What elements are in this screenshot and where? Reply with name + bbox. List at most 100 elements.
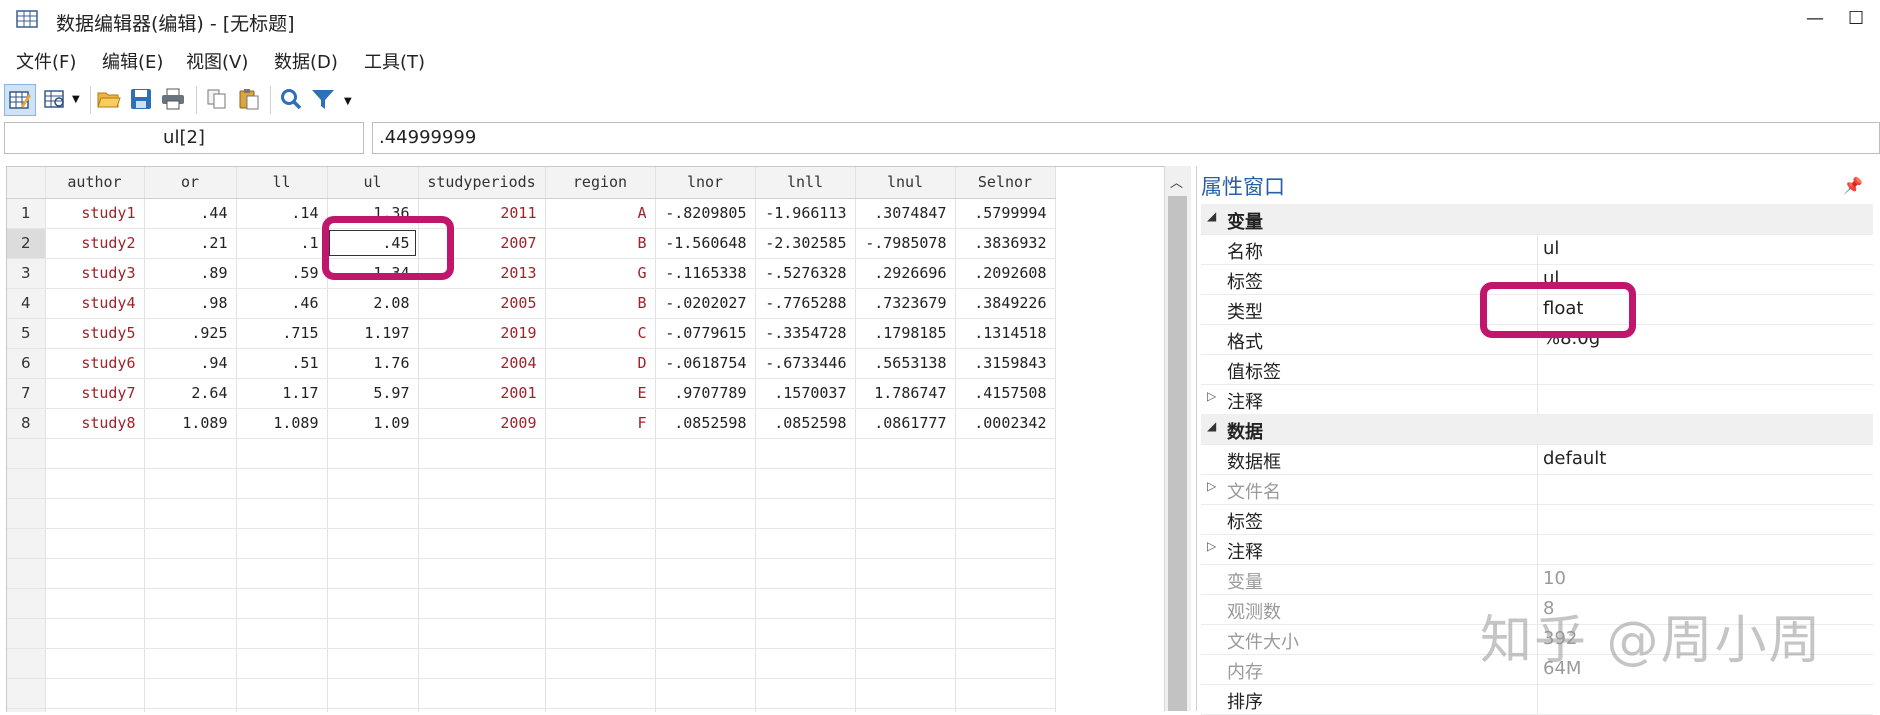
- table-cell[interactable]: .3074847: [855, 198, 956, 229]
- table-cell[interactable]: study6: [45, 348, 145, 379]
- table-cell[interactable]: [655, 468, 756, 499]
- table-cell[interactable]: [755, 558, 856, 589]
- table-cell[interactable]: 1.09: [327, 408, 419, 439]
- table-cell[interactable]: [327, 438, 419, 469]
- table-row[interactable]: 6 study6.94.51 1.76 2004 D -.0618754 -.6733446…: [7, 348, 1056, 379]
- property-row[interactable]: 格式 %8.0g: [1201, 324, 1873, 355]
- row-number[interactable]: 2: [7, 228, 46, 259]
- table-cell[interactable]: [755, 708, 856, 712]
- table-cell[interactable]: [545, 468, 656, 499]
- table-cell[interactable]: 2.08: [327, 288, 419, 319]
- row-number[interactable]: 5: [7, 318, 46, 349]
- table-cell[interactable]: [144, 528, 237, 559]
- table-cell[interactable]: [418, 468, 546, 499]
- collapse-arrow-icon[interactable]: ◢: [1207, 209, 1216, 223]
- menu-edit[interactable]: 编辑(E): [102, 48, 163, 74]
- table-cell[interactable]: [418, 528, 546, 559]
- table-cell[interactable]: .44: [144, 198, 237, 229]
- table-cell[interactable]: [545, 678, 656, 709]
- scroll-up-icon[interactable]: ︿: [1170, 172, 1183, 191]
- table-cell[interactable]: [855, 588, 956, 619]
- table-cell[interactable]: C: [545, 318, 656, 349]
- row-number[interactable]: [7, 648, 46, 679]
- row-number[interactable]: 6: [7, 348, 46, 379]
- table-cell[interactable]: [418, 678, 546, 709]
- table-cell[interactable]: .94: [144, 348, 237, 379]
- table-cell[interactable]: .98: [144, 288, 237, 319]
- table-cell[interactable]: .5799994: [955, 198, 1056, 229]
- table-cell[interactable]: [855, 708, 956, 712]
- empty-row[interactable]: [7, 588, 1056, 619]
- row-number[interactable]: [7, 468, 46, 499]
- table-cell[interactable]: [655, 588, 756, 619]
- table-cell[interactable]: A: [545, 198, 656, 229]
- table-cell[interactable]: 5.97: [327, 378, 419, 409]
- table-cell[interactable]: [855, 678, 956, 709]
- column-header-selected[interactable]: ul: [327, 167, 419, 199]
- table-cell[interactable]: .0861777: [855, 408, 956, 439]
- table-cell[interactable]: 2005: [418, 288, 546, 319]
- table-cell[interactable]: D: [545, 348, 656, 379]
- row-number[interactable]: [7, 618, 46, 649]
- paste-button[interactable]: [234, 84, 264, 114]
- property-row[interactable]: 标签: [1201, 504, 1873, 535]
- table-cell[interactable]: .4157508: [955, 378, 1056, 409]
- table-cell[interactable]: [144, 558, 237, 589]
- table-cell[interactable]: -.0618754: [655, 348, 756, 379]
- table-cell[interactable]: study1: [45, 198, 145, 229]
- table-cell[interactable]: F: [545, 408, 656, 439]
- table-cell[interactable]: 2007: [418, 228, 546, 259]
- table-cell[interactable]: -.1165338: [655, 258, 756, 289]
- table-cell[interactable]: [418, 588, 546, 619]
- table-cell[interactable]: 1.17: [236, 378, 328, 409]
- table-cell[interactable]: [144, 588, 237, 619]
- table-cell[interactable]: [955, 648, 1056, 679]
- property-row[interactable]: 排序: [1201, 684, 1873, 715]
- table-cell[interactable]: [855, 528, 956, 559]
- data-grid[interactable]: author or ll ul studyperiods region lnor…: [6, 166, 1191, 712]
- table-cell[interactable]: study4: [45, 288, 145, 319]
- table-cell[interactable]: 2004: [418, 348, 546, 379]
- table-cell[interactable]: [855, 438, 956, 469]
- table-cell[interactable]: [45, 618, 145, 649]
- table-cell[interactable]: [655, 618, 756, 649]
- collapse-arrow-icon[interactable]: ◢: [1207, 419, 1216, 433]
- table-cell[interactable]: [144, 498, 237, 529]
- scrollbar-thumb[interactable]: [1168, 196, 1187, 711]
- table-cell[interactable]: .21: [144, 228, 237, 259]
- table-cell[interactable]: .1: [236, 228, 328, 259]
- table-cell[interactable]: [418, 618, 546, 649]
- table-cell[interactable]: E: [545, 378, 656, 409]
- table-cell[interactable]: [45, 438, 145, 469]
- property-value[interactable]: float: [1543, 298, 1583, 319]
- table-cell[interactable]: .715: [236, 318, 328, 349]
- table-cell[interactable]: .2926696: [855, 258, 956, 289]
- table-cell[interactable]: [655, 498, 756, 529]
- table-cell[interactable]: [45, 498, 145, 529]
- empty-row[interactable]: [7, 618, 1056, 649]
- find-button[interactable]: [276, 84, 306, 114]
- table-cell[interactable]: [855, 618, 956, 649]
- print-button[interactable]: [158, 84, 188, 114]
- table-cell[interactable]: [955, 438, 1056, 469]
- table-cell[interactable]: .3836932: [955, 228, 1056, 259]
- table-cell[interactable]: .3849226: [955, 288, 1056, 319]
- table-cell[interactable]: [236, 438, 328, 469]
- table-cell[interactable]: .925: [144, 318, 237, 349]
- table-cell[interactable]: [236, 528, 328, 559]
- table-cell[interactable]: -.6733446: [755, 348, 856, 379]
- menu-tools[interactable]: 工具(T): [364, 48, 425, 74]
- table-cell[interactable]: .14: [236, 198, 328, 229]
- property-value[interactable]: ul: [1543, 268, 1559, 289]
- table-cell[interactable]: study5: [45, 318, 145, 349]
- property-value[interactable]: %8.0g: [1543, 328, 1600, 349]
- table-cell[interactable]: 2001: [418, 378, 546, 409]
- row-number[interactable]: 3: [7, 258, 46, 289]
- row-number[interactable]: [7, 438, 46, 469]
- table-cell[interactable]: [655, 558, 756, 589]
- table-cell[interactable]: 2013: [418, 258, 546, 289]
- table-cell[interactable]: -.3354728: [755, 318, 856, 349]
- table-cell[interactable]: [236, 618, 328, 649]
- table-cell[interactable]: [327, 618, 419, 649]
- property-value[interactable]: ul: [1543, 238, 1559, 259]
